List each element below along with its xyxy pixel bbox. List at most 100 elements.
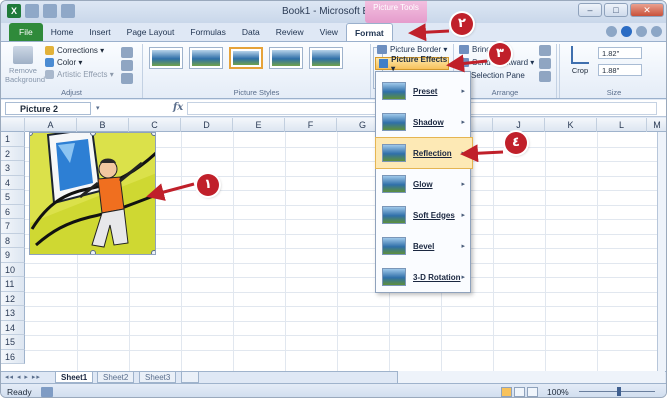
close-button[interactable]: ✕ [630,3,664,17]
row-header[interactable]: 14 [1,320,25,335]
row-header[interactable]: 7 [1,219,25,234]
menu-item-soft-edges[interactable]: Soft Edges ▸ [376,200,472,230]
rotate-icon[interactable] [539,71,551,82]
row-header[interactable]: 1 [1,132,25,147]
name-box-dropdown-icon[interactable]: ▾ [96,104,100,112]
menu-item-bevel[interactable]: Bevel ▸ [376,231,472,261]
picture-style-thumb[interactable] [189,47,223,69]
resize-handle[interactable] [151,250,155,254]
horizontal-scrollbar[interactable] [397,371,665,383]
select-all-corner[interactable] [1,118,25,132]
resize-handle[interactable] [151,133,155,136]
insert-function-icon[interactable]: fx [173,102,183,113]
column-header[interactable]: E [233,118,285,132]
row-header[interactable]: 11 [1,277,25,292]
row-header[interactable]: 15 [1,335,25,350]
workbook-minimize-icon[interactable] [636,26,647,37]
normal-view-icon[interactable] [501,387,512,397]
sheet-nav-arrows[interactable]: ◂◂ ◂ ▸ ▸▸ [5,373,41,381]
picture-style-thumb[interactable] [229,47,263,69]
zoom-slider-thumb[interactable] [617,387,621,396]
column-header[interactable]: A [25,118,77,132]
picture-style-thumb[interactable] [269,47,303,69]
color-button[interactable]: Color ▾ [45,58,82,67]
picture-style-thumb[interactable] [149,47,183,69]
row-header[interactable]: 8 [1,233,25,248]
row-header[interactable]: 3 [1,161,25,176]
sheet-tab-sheet2[interactable]: Sheet2 [97,372,135,383]
tab-file[interactable]: File [9,23,43,41]
corrections-button[interactable]: Corrections ▾ [45,46,104,55]
color-icon [45,58,54,67]
macro-record-icon[interactable] [41,387,53,397]
tab-review[interactable]: Review [268,23,312,41]
column-header[interactable]: M [647,118,666,132]
column-header[interactable]: C [129,118,181,132]
row-header[interactable]: 6 [1,204,25,219]
page-layout-view-icon[interactable] [514,387,525,397]
gridline [25,291,666,293]
status-ready: Ready [7,387,32,397]
row-header[interactable]: 2 [1,146,25,161]
tab-insert[interactable]: Insert [81,23,118,41]
page-break-view-icon[interactable] [527,387,538,397]
row-header[interactable]: 13 [1,306,25,321]
tab-format[interactable]: Format [345,23,393,41]
resize-handle[interactable] [90,250,96,254]
picture-effects-button[interactable]: Picture Effects ▾ [375,55,449,73]
corrections-icon [45,46,54,55]
remove-background-button[interactable]: Remove Background [5,46,45,84]
name-box[interactable]: Picture 2 [5,102,91,115]
row-header[interactable]: 5 [1,190,25,205]
menu-item-shadow[interactable]: Shadow ▸ [376,107,472,137]
reset-picture-icon[interactable] [121,73,133,84]
sheet-tab-sheet3[interactable]: Sheet3 [139,372,177,383]
column-header[interactable]: K [545,118,597,132]
row-header[interactable]: 9 [1,248,25,263]
column-header[interactable]: F [285,118,337,132]
picture-border-button[interactable]: Picture Border ▾ [377,45,447,54]
row-header[interactable]: 4 [1,175,25,190]
column-header[interactable]: L [597,118,647,132]
artistic-effects-button[interactable]: Artistic Effects ▾ [45,70,114,79]
gridline [25,335,666,336]
sheet-tab-sheet1[interactable]: Sheet1 [55,372,94,383]
vertical-scrollbar[interactable] [657,132,666,371]
help-icon[interactable] [621,26,632,37]
menu-item-preset[interactable]: Preset ▸ [376,76,472,106]
menu-item-3d-rotation[interactable]: 3-D Rotation ▸ [376,262,472,292]
ribbon-right-controls [606,26,662,37]
align-icon[interactable] [539,45,551,56]
change-picture-icon[interactable] [121,60,133,71]
menu-item-reflection[interactable]: Reflection ▸ [375,137,473,169]
tab-view[interactable]: View [312,23,346,41]
selection-pane-button[interactable]: Selection Pane [471,71,525,80]
workbook-close-icon[interactable] [651,26,662,37]
tab-page-layout[interactable]: Page Layout [119,23,183,41]
column-header[interactable]: B [77,118,129,132]
column-header[interactable]: J [493,118,545,132]
picture-style-thumb[interactable] [309,47,343,69]
gridline [25,320,666,322]
resize-handle[interactable] [151,191,155,197]
minimize-ribbon-icon[interactable] [606,26,617,37]
column-header[interactable]: D [181,118,233,132]
insert-sheet-icon[interactable] [181,372,199,383]
menu-item-glow[interactable]: Glow ▸ [376,169,472,199]
tab-home[interactable]: Home [43,23,82,41]
bring-forward-button[interactable]: Bring [459,45,491,54]
inserted-picture[interactable] [29,132,156,255]
row-header[interactable]: 12 [1,291,25,306]
gridline [25,349,666,351]
reflection-icon [382,144,406,162]
minimize-button[interactable]: – [578,3,602,17]
tab-data[interactable]: Data [234,23,268,41]
maximize-button[interactable]: □ [604,3,628,17]
tab-formulas[interactable]: Formulas [182,23,233,41]
row-header[interactable]: 16 [1,349,25,364]
group-icon[interactable] [539,58,551,69]
row-header[interactable]: 10 [1,262,25,277]
zoom-level[interactable]: 100% [547,387,569,397]
compress-pictures-icon[interactable] [121,47,133,58]
worksheet-grid[interactable]: A B C D E F G H I J K L M 1 2 3 4 5 6 7 … [1,118,666,371]
